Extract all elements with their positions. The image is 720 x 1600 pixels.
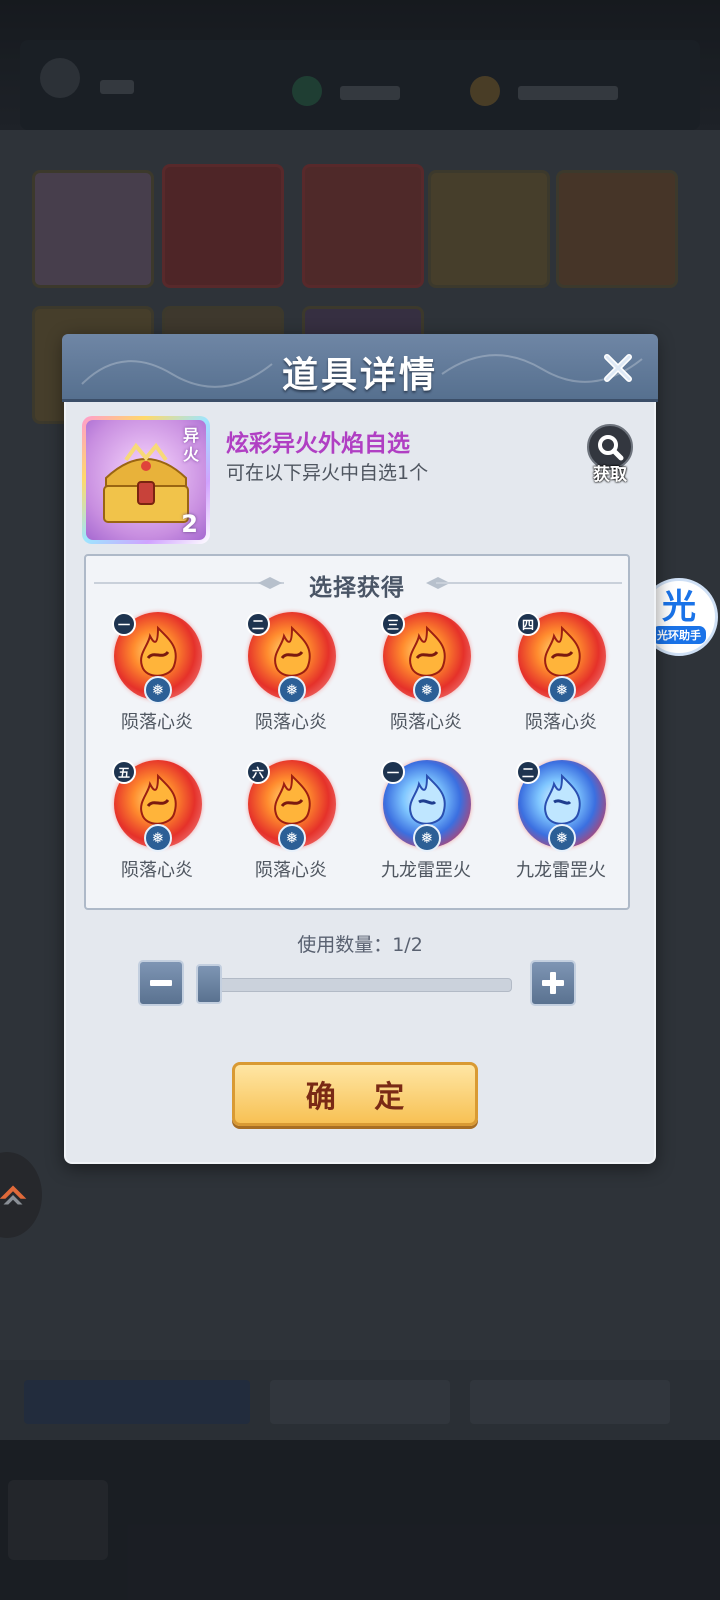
snowflake-icon: ❅ xyxy=(548,676,576,704)
choice-item[interactable]: 三 ❅ 陨落心炎 xyxy=(361,610,491,742)
choice-number-badge: 五 xyxy=(112,760,136,784)
choice-label: 九龙雷罡火 xyxy=(381,860,471,881)
item-count: 2 xyxy=(181,510,198,538)
quantity-label: 使用数量：1/2 xyxy=(297,934,423,956)
quantity-slider-track[interactable] xyxy=(206,978,512,992)
choice-item[interactable]: 二 ❅ 陨落心炎 xyxy=(226,610,356,742)
choice-grid: 一 ❅ 陨落心炎二 ❅ 陨落心炎三 ❅ 陨落心炎四 ❅ 陨落心炎五 ❅ 陨落心炎六 ❅ 陨落心炎一 ❅ 九龙… xyxy=(86,610,628,881)
choice-number-badge: 一 xyxy=(381,760,405,784)
obtain-button[interactable]: 获取 xyxy=(584,424,636,486)
choice-label: 陨落心炎 xyxy=(390,712,462,733)
snowflake-icon: ❅ xyxy=(413,676,441,704)
plus-icon xyxy=(542,972,564,994)
choice-label: 陨落心炎 xyxy=(255,712,327,733)
choice-number-badge: 二 xyxy=(516,760,540,784)
close-icon xyxy=(604,354,632,382)
choice-title: 选择获得 xyxy=(309,575,405,601)
confirm-label: 确 定 xyxy=(305,1080,419,1115)
minus-icon xyxy=(150,980,172,986)
choice-number-badge: 二 xyxy=(246,612,270,636)
confirm-button[interactable]: 确 定 xyxy=(232,1062,478,1126)
search-icon xyxy=(598,435,624,461)
item-name: 炫彩异火外焰自选 xyxy=(226,431,410,457)
item-description: 可在以下异火中自选1个 xyxy=(226,462,429,484)
assistant-caption: 光环助手 xyxy=(652,626,706,644)
quantity-slider-handle[interactable] xyxy=(196,964,222,1004)
choice-number-badge: 六 xyxy=(246,760,270,784)
choice-number-badge: 四 xyxy=(516,612,540,636)
snowflake-icon: ❅ xyxy=(278,676,306,704)
snowflake-icon: ❅ xyxy=(144,824,172,852)
choice-item[interactable]: 四 ❅ 陨落心炎 xyxy=(496,610,626,742)
divider-right xyxy=(436,582,622,584)
chevron-up-icon xyxy=(0,1185,27,1205)
close-button[interactable] xyxy=(598,348,638,388)
choice-label: 九龙雷罡火 xyxy=(516,860,606,881)
choice-item[interactable]: 一 ❅ 九龙雷罡火 xyxy=(361,758,491,890)
choice-panel: 选择获得 一 ❅ 陨落心炎二 ❅ 陨落心炎三 ❅ 陨落心炎四 ❅ 陨落心炎五 ❅ 陨落心炎六 ❅ 陨落心… xyxy=(84,554,630,910)
choice-number-badge: 三 xyxy=(381,612,405,636)
obtain-label: 获取 xyxy=(593,465,627,485)
choice-label: 陨落心炎 xyxy=(255,860,327,881)
snowflake-icon: ❅ xyxy=(144,676,172,704)
choice-item[interactable]: 六 ❅ 陨落心炎 xyxy=(226,758,356,890)
item-icon: 异火 2 xyxy=(82,416,210,544)
choice-title-row: 选择获得 xyxy=(86,566,628,602)
dialog-title: 道具详情 xyxy=(281,355,438,396)
choice-item[interactable]: 二 ❅ 九龙雷罡火 xyxy=(496,758,626,890)
choice-label: 陨落心炎 xyxy=(121,860,193,881)
choice-number-badge: 一 xyxy=(112,612,136,636)
item-category-tag: 异火 xyxy=(182,426,199,464)
dialog-header: 道具详情 xyxy=(62,334,658,402)
increase-button[interactable] xyxy=(530,960,576,1006)
choice-item[interactable]: 一 ❅ 陨落心炎 xyxy=(92,610,222,742)
snowflake-icon: ❅ xyxy=(413,824,441,852)
choice-label: 陨落心炎 xyxy=(525,712,597,733)
choice-label: 陨落心炎 xyxy=(121,712,193,733)
item-detail-dialog: 道具详情 异火 2 炫彩异火外焰自选 可在以下异火中自选1个 获取 选择获得 一… xyxy=(62,334,658,1164)
decrease-button[interactable] xyxy=(138,960,184,1006)
snowflake-icon: ❅ xyxy=(548,824,576,852)
treasure-chest-image: 异火 2 xyxy=(86,420,206,540)
snowflake-icon: ❅ xyxy=(278,824,306,852)
assistant-glyph: 光 xyxy=(662,587,696,627)
choice-item[interactable]: 五 ❅ 陨落心炎 xyxy=(92,758,222,890)
